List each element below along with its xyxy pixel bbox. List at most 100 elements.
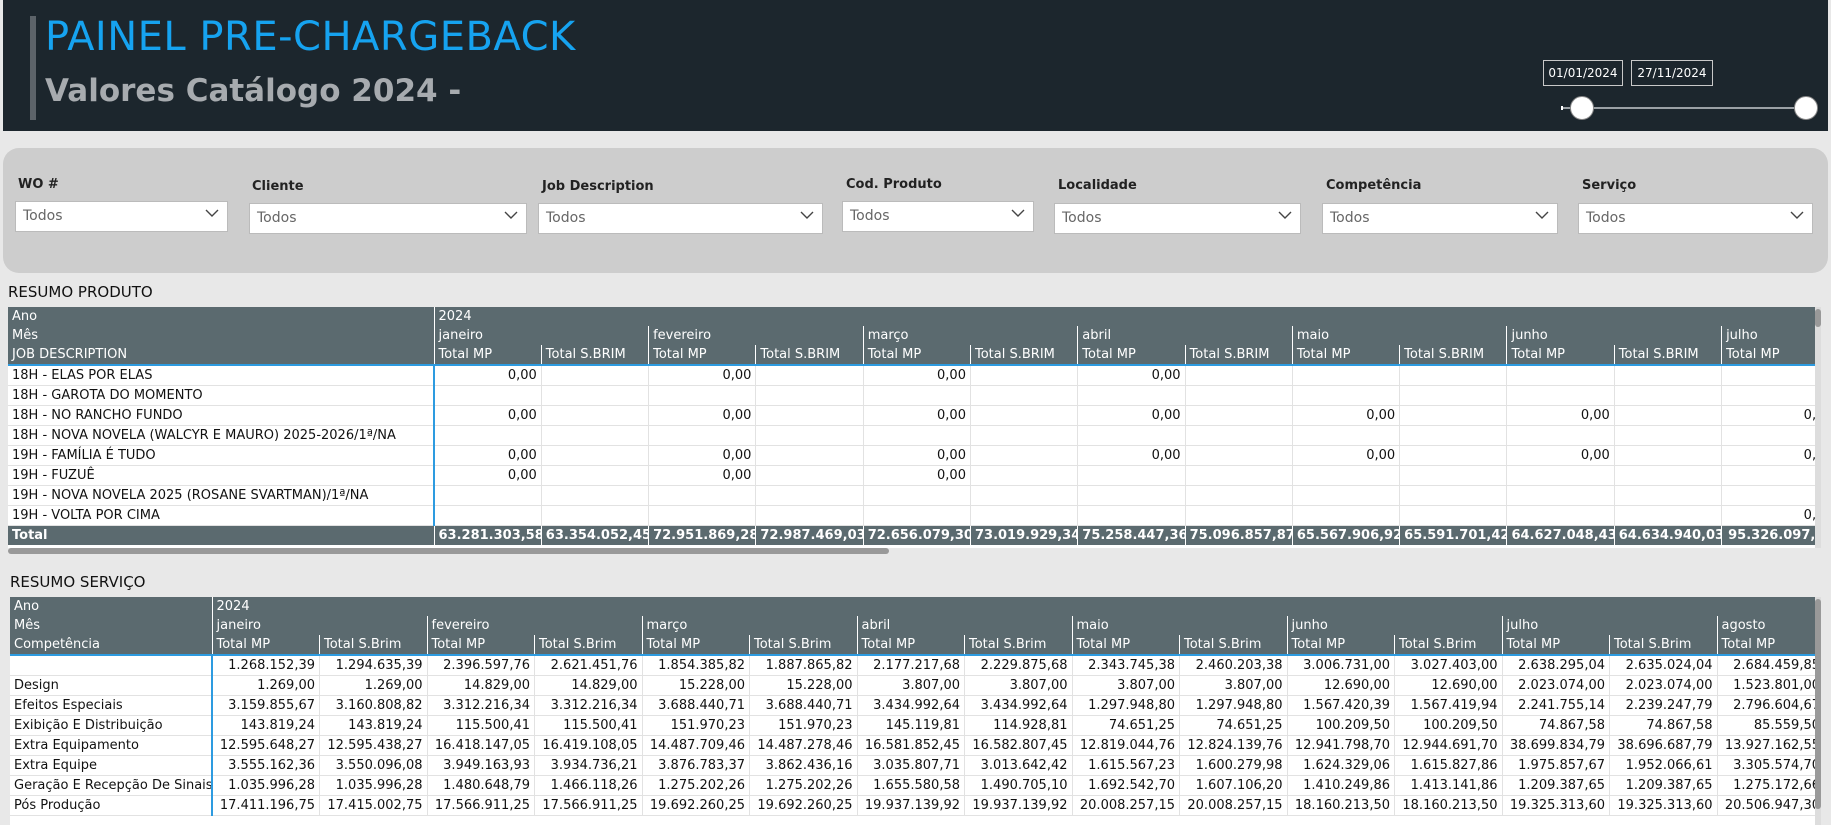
value-cell: 19.692.260,25 [749, 795, 858, 816]
measure-header-mp: Total MP [648, 345, 757, 366]
date-range-slider[interactable] [1561, 106, 1807, 110]
resumo-servico-vscroll-thumb[interactable] [1815, 599, 1821, 809]
table-row[interactable]: 18H - GAROTA DO MOMENTO [8, 385, 1815, 406]
value-cell [970, 485, 1079, 506]
table-row[interactable]: Exibição E Distribuição 143.819,24 143.819… [10, 715, 1815, 736]
value-cell [648, 485, 757, 506]
value-cell: 3.434.992,64 [857, 695, 965, 716]
value-cell: 14.487.709,46 [642, 735, 750, 756]
row-label: 19H - FUZUÊ [8, 465, 435, 486]
row-label [10, 655, 213, 676]
value-cell: 1.975.857,67 [1502, 755, 1610, 776]
value-cell: 74.651,25 [1072, 715, 1180, 736]
value-cell: 14.829,00 [534, 675, 643, 696]
value-cell: 19.325.313,60 [1502, 795, 1610, 816]
value-cell: 3.550.096,08 [319, 755, 428, 776]
value-cell [541, 425, 650, 446]
value-cell [1399, 385, 1508, 406]
table-row[interactable]: 1.268.152,39 1.294.635,39 2.396.597,76 2.62… [10, 655, 1815, 676]
date-end-input[interactable]: 27/11/2024 [1631, 60, 1713, 86]
slider-end-handle[interactable] [1794, 96, 1818, 120]
table-row[interactable]: Efeitos Especiais 3.159.855,67 3.160.808,8… [10, 695, 1815, 716]
table-row[interactable]: Geração E Recepção De Sinais 1.035.996,28… [10, 775, 1815, 796]
value-cell: 12.595.648,27 [212, 735, 320, 756]
header-row-measures: JOB DESCRIPTION Total MP Total S.BRIM Total… [8, 345, 1815, 366]
resumo-produto-hscroll[interactable] [8, 548, 889, 554]
table-row[interactable]: 18H - ELAS POR ELAS 0,00 0,00 0,00 0,00 [8, 365, 1815, 386]
slider-start-handle[interactable] [1570, 96, 1594, 120]
value-cell: 3.949.163,93 [427, 755, 535, 776]
year-header: 2024 [434, 307, 1815, 326]
value-cell: 3.862.436,16 [749, 755, 858, 776]
value-cell: 1.035.996,28 [319, 775, 428, 796]
value-cell: 16.418.147,05 [427, 735, 535, 756]
table-row[interactable]: Extra Equipe 3.555.162,36 3.550.096,08 3.94… [10, 755, 1815, 776]
table-row[interactable]: 18H - NO RANCHO FUNDO 0,00 0,00 0,00 0,00 0,0… [8, 405, 1815, 426]
value-cell: 151.970,23 [642, 715, 750, 736]
measure-header-brim: Total S.BRIM [970, 345, 1079, 366]
measure-header-brim: Total S.BRIM [1399, 345, 1508, 366]
measure-header-mp: Total MP [1292, 345, 1401, 366]
value-cell: 1.615.827,86 [1394, 755, 1503, 776]
resumo-servico-matrix[interactable]: Ano 2024 Mês janeiro fevereiro março abril maio… [10, 597, 1815, 825]
value-cell: 17.566.911,25 [427, 795, 535, 816]
month-header: janeiro [212, 616, 428, 635]
table-row[interactable]: 19H - FAMÍLIA É TUDO 0,00 0,00 0,00 0,00 0,00… [8, 445, 1815, 466]
row-header-ano: Ano [10, 597, 213, 616]
table-row[interactable]: 19H - FUZUÊ 0,00 0,00 0,00 [8, 465, 1815, 486]
resumo-servico-vscroll[interactable] [1815, 597, 1821, 825]
value-cell [1292, 385, 1401, 406]
table-row[interactable]: 18H - NOVA NOVELA (WALCYR E MAURO) 2025-… [8, 425, 1815, 446]
value-cell [970, 425, 1079, 446]
header-row-mes: Mês janeiro fevereiro março abril maio junho ju… [8, 326, 1815, 345]
filter-wo-dropdown[interactable]: Todos [15, 201, 228, 232]
value-cell: 17.411.196,75 [212, 795, 320, 816]
measure-header-brim: Total S.BRIM [541, 345, 650, 366]
table-row[interactable]: Design 1.269,00 1.269,00 14.829,00 14.829,00… [10, 675, 1815, 696]
month-header: julho [1721, 326, 1815, 345]
resumo-produto-vscroll[interactable] [1815, 307, 1821, 548]
total-label: Total [8, 525, 435, 545]
value-cell [755, 505, 864, 526]
total-value-cell: 63.354.052,45 [541, 525, 650, 545]
value-cell: 1.275.202,26 [642, 775, 750, 796]
value-cell: 2.343.745,38 [1072, 655, 1180, 676]
value-cell: 16.581.852,45 [857, 735, 965, 756]
row-label: 18H - ELAS POR ELAS [8, 365, 435, 386]
value-cell: 1.275.172,66 [1717, 775, 1815, 796]
table-row[interactable]: 19H - NOVA NOVELA 2025 (ROSANE SVARTMAN)… [8, 485, 1815, 506]
date-start-input[interactable]: 01/01/2024 [1543, 60, 1623, 86]
value-cell [1399, 445, 1508, 466]
table-row[interactable]: 19H - VOLTA POR CIMA 0,0 [8, 505, 1815, 526]
value-cell [1077, 465, 1186, 486]
value-cell: 12.819.044,76 [1072, 735, 1180, 756]
value-cell: 0,00 [1077, 405, 1186, 426]
total-value-cell: 72.987.469,03 [755, 525, 864, 545]
filter-produto-dropdown[interactable]: Todos [842, 201, 1034, 232]
header-row-ano: Ano 2024 [8, 307, 1815, 326]
value-cell: 12.690,00 [1394, 675, 1503, 696]
table-row[interactable]: Pós Produção 17.411.196,75 17.415.002,75 17… [10, 795, 1815, 816]
resumo-produto-matrix[interactable]: Ano 2024 Mês janeiro fevereiro março abril maio… [8, 307, 1815, 548]
filter-servico-dropdown[interactable]: Todos [1578, 203, 1813, 234]
filter-job-dropdown[interactable]: Todos [538, 203, 823, 234]
header-row-ano: Ano 2024 [10, 597, 1815, 616]
value-cell: 2.796.604,67 [1717, 695, 1815, 716]
value-cell: 12.941.798,70 [1287, 735, 1395, 756]
filter-localidade-dropdown[interactable]: Todos [1054, 203, 1301, 234]
value-cell [1721, 425, 1815, 446]
table-row[interactable]: Extra Equipamento 12.595.648,27 12.595.438… [10, 735, 1815, 756]
measure-header-brim: Total S.Brim [1179, 635, 1288, 656]
value-cell [1721, 485, 1815, 506]
filter-cliente-dropdown[interactable]: Todos [249, 203, 527, 234]
value-cell [1185, 445, 1293, 466]
resumo-produto-vscroll-thumb[interactable] [1815, 309, 1821, 327]
filter-competencia-dropdown[interactable]: Todos [1322, 203, 1558, 234]
value-cell: 20.506.947,30 [1717, 795, 1815, 816]
value-cell: 1.209.387,65 [1502, 775, 1610, 796]
value-cell [755, 465, 864, 486]
chevron-down-icon [800, 211, 814, 219]
filter-competencia-label: Competência [1326, 178, 1422, 193]
value-cell: 100.209,50 [1287, 715, 1395, 736]
value-cell [1399, 365, 1508, 386]
